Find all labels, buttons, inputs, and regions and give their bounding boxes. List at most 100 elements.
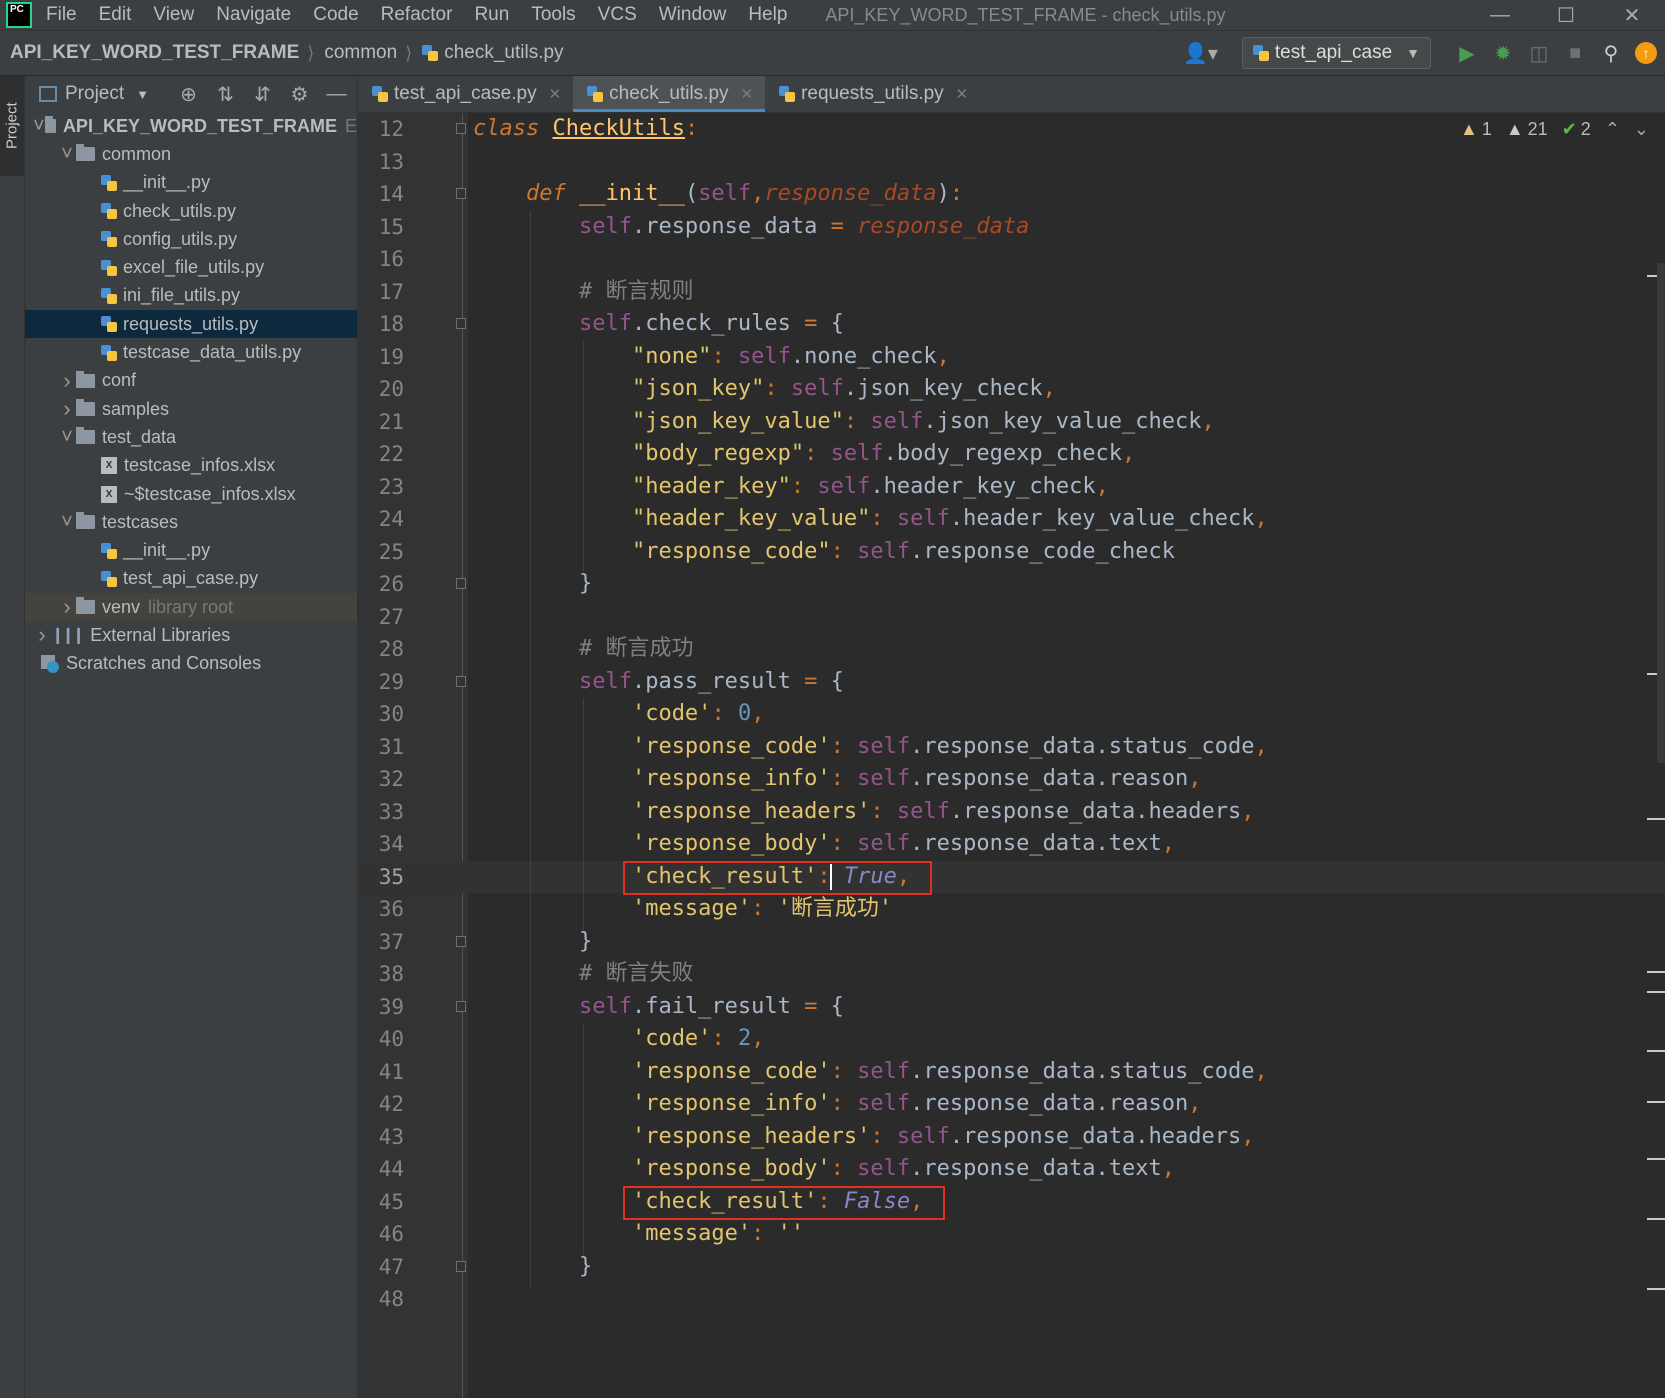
fold-marker-icon[interactable] [456,123,466,134]
code-line[interactable]: 24 "header_key_value": self.header_key_v… [358,503,1665,536]
close-icon[interactable]: ✕ [741,85,754,103]
coverage-icon[interactable]: ◫ [1521,41,1557,66]
menu-item-tools[interactable]: Tools [531,4,575,26]
tree-item[interactable]: ˅ API_KEY_WORD_TEST_FRAME E [25,112,357,140]
menu-item-help[interactable]: Help [748,4,787,26]
menu-item-vcs[interactable]: VCS [598,4,637,26]
code-line[interactable]: 22 "body_regexp": self.body_regexp_check… [358,438,1665,471]
tree-item[interactable]: requests_utils.py [25,310,357,339]
scrollbar-marker[interactable] [1647,1050,1665,1052]
scrollbar-marker[interactable] [1647,1158,1665,1160]
code-line[interactable]: 36 'message': '断言成功' [358,893,1665,926]
update-icon[interactable]: ↑ [1635,42,1657,64]
fold-marker-icon[interactable] [456,675,466,687]
scrollbar-marker[interactable] [1647,818,1665,820]
tree-item[interactable]: config_utils.py [25,225,357,253]
fold-marker-icon[interactable] [456,318,466,329]
scrollbar-marker[interactable] [1647,971,1665,973]
code-line[interactable]: 45 'check_result': False, [358,1186,1665,1219]
scrollbar-marker[interactable] [1647,1288,1665,1290]
tree-item[interactable]: test_api_case.py [25,565,357,593]
tree-item[interactable]: › conf [25,367,357,395]
code-line[interactable]: 44 'response_body': self.response_data.t… [358,1153,1665,1186]
project-view-select[interactable]: Project ▼ [39,83,149,105]
tree-item[interactable]: ˅ test_data [25,423,357,451]
scrollbar-thumb[interactable] [1657,263,1665,763]
scrollbar-marker[interactable] [1647,1101,1665,1103]
code-line[interactable]: 30 'code': 0, [358,698,1665,731]
code-line[interactable]: 43 'response_headers': self.response_dat… [358,1121,1665,1154]
locate-icon[interactable]: ⊕ [170,82,207,107]
code-line[interactable]: 39 self.fail_result = { [358,991,1665,1024]
project-tool-tab[interactable]: Project [0,76,24,176]
code-line[interactable]: 33 'response_headers': self.response_dat… [358,796,1665,829]
editor-tab[interactable]: check_utils.py ✕ [573,76,766,112]
menu-item-code[interactable]: Code [313,4,358,26]
chevron-right-icon[interactable]: › [58,594,76,620]
code-line[interactable]: 38 # 断言失败 [358,958,1665,991]
gear-icon[interactable]: ⚙ [281,82,318,107]
menu-item-run[interactable]: Run [474,4,509,26]
minimize-icon[interactable]: — [1467,0,1533,30]
maximize-icon[interactable]: ☐ [1533,0,1599,30]
tree-item[interactable]: › venv library root [25,593,357,622]
editor-tab[interactable]: requests_utils.py ✕ [765,76,980,112]
code-editor[interactable]: ▲ 1 ▲ 21 ✔ 2 ⌃ ⌄ 12 class CheckUtils: 13 14 de… [358,113,1665,1398]
hide-panel-icon[interactable]: — [318,83,355,106]
menu-item-view[interactable]: View [153,4,194,26]
menu-item-refactor[interactable]: Refactor [381,4,453,26]
code-line[interactable]: 48 [358,1283,1665,1316]
code-line[interactable]: 21 "json_key_value": self.json_key_value… [358,406,1665,439]
code-line[interactable]: 26 } [358,568,1665,601]
code-line[interactable]: 46 'message': '' [358,1218,1665,1251]
code-line[interactable]: 35 'check_result': True, [358,860,1665,893]
code-line[interactable]: 17 # 断言规则 [358,276,1665,309]
tree-item[interactable]: __init__.py [25,169,357,197]
menu-item-navigate[interactable]: Navigate [216,4,291,26]
code-line[interactable]: 28 # 断言成功 [358,633,1665,666]
chevron-down-icon[interactable]: ˅ [58,143,76,166]
code-line[interactable]: 37 } [358,926,1665,959]
code-line[interactable]: 31 'response_code': self.response_data.s… [358,731,1665,764]
fold-marker-icon[interactable] [456,578,466,589]
run-config-select[interactable]: test_api_case ▼ [1241,37,1431,69]
code-line[interactable]: 32 'response_info': self.response_data.r… [358,763,1665,796]
code-line[interactable]: 12 class CheckUtils: [358,113,1665,146]
close-icon[interactable]: ✕ [549,85,562,103]
code-line[interactable]: 16 [358,243,1665,276]
tree-item[interactable]: › samples [25,395,357,423]
code-line[interactable]: 42 'response_info': self.response_data.r… [358,1088,1665,1121]
scrollbar-marker[interactable] [1647,1218,1665,1220]
chevron-right-icon[interactable]: › [58,396,76,422]
fold-marker-icon[interactable] [456,188,466,199]
code-line[interactable]: 27 [358,601,1665,634]
chevron-down-icon[interactable]: ˅ [58,426,76,449]
code-line[interactable]: 18 self.check_rules = { [358,308,1665,341]
stop-icon[interactable]: ■ [1557,42,1593,65]
code-line[interactable]: 19 "none": self.none_check, [358,341,1665,374]
code-line[interactable]: 15 self.response_data = response_data [358,211,1665,244]
tree-item[interactable]: › ❙❙❙ External Libraries [25,621,357,649]
run-icon[interactable]: ▶ [1449,41,1485,66]
tree-item[interactable]: ini_file_utils.py [25,282,357,310]
code-line[interactable]: 40 'code': 2, [358,1023,1665,1056]
user-icon[interactable]: 👤▾ [1183,41,1218,66]
tree-item[interactable]: ˅ common [25,140,357,168]
code-line[interactable]: 25 "response_code": self.response_code_c… [358,536,1665,569]
collapse-all-icon[interactable]: ⇵ [244,82,281,107]
chevron-right-icon[interactable]: › [33,622,51,648]
tree-item[interactable]: ˅ testcases [25,508,357,536]
code-line[interactable]: 14 def __init__(self,response_data): [358,178,1665,211]
scrollbar-marker[interactable] [1647,991,1665,993]
chevron-down-icon[interactable]: ˅ [33,115,45,138]
tree-item[interactable]: Xtestcase_infos.xlsx [25,452,357,480]
editor-tab[interactable]: test_api_case.py ✕ [358,76,573,112]
code-line[interactable]: 23 "header_key": self.header_key_check, [358,471,1665,504]
code-line[interactable]: 47 } [358,1251,1665,1284]
code-line[interactable]: 34 'response_body': self.response_data.t… [358,828,1665,861]
fold-marker-icon[interactable] [456,1260,466,1272]
breadcrumb-project[interactable]: API_KEY_WORD_TEST_FRAME [10,42,299,64]
expand-all-icon[interactable]: ⇅ [207,82,244,107]
tree-item[interactable]: testcase_data_utils.py [25,338,357,366]
code-line[interactable]: 29 self.pass_result = { [358,666,1665,699]
